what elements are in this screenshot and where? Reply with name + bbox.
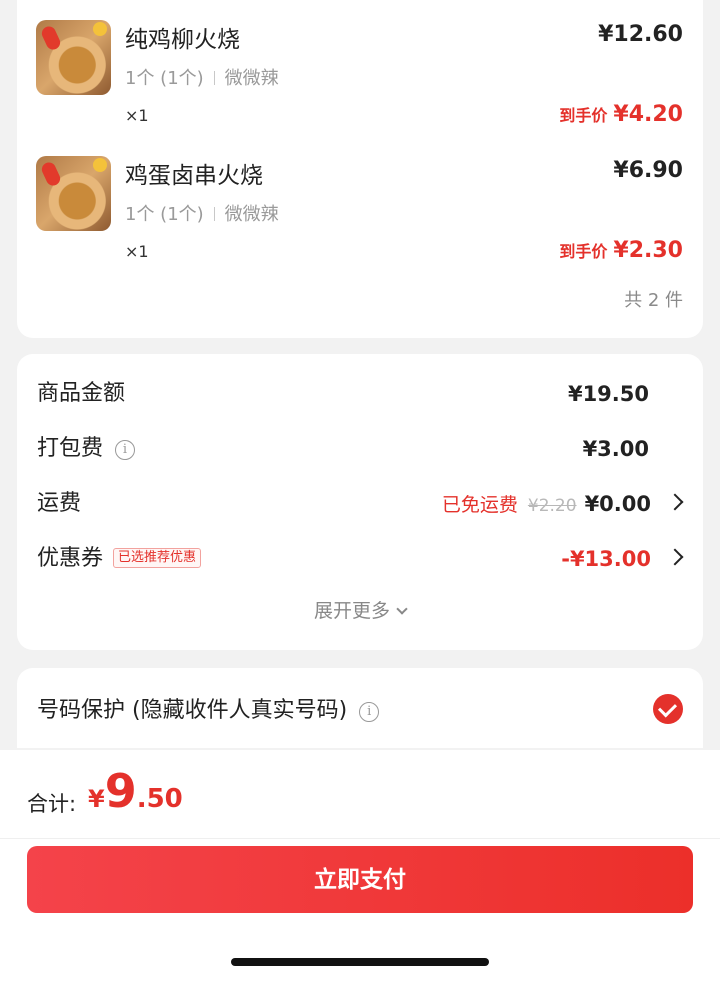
expand-more-button[interactable]: 展开更多 <box>17 596 703 623</box>
shipping-fee-label: 运费 <box>37 491 82 516</box>
chevron-right-icon <box>666 493 684 511</box>
order-item[interactable]: 鸡蛋卤串火烧 1个 (1个) 微微辣 ×1 ¥6.90 到手价 ¥2.30 <box>17 136 703 263</box>
item-spec: 1个 (1个) 微微辣 <box>125 200 279 226</box>
item-spec: 1个 (1个) 微微辣 <box>125 64 279 90</box>
coupon-value: -¥13.00 <box>561 547 651 571</box>
divider <box>0 838 720 839</box>
total-integer: 9 <box>104 764 137 818</box>
coupon-tag: 已选推荐优惠 <box>113 548 202 568</box>
total-decimal: .50 <box>136 784 183 814</box>
pay-now-button[interactable]: 立即支付 <box>27 846 693 913</box>
final-price-label: 到手价 <box>559 106 608 125</box>
chevron-down-icon <box>396 603 408 615</box>
checkmark-icon[interactable] <box>653 694 683 724</box>
item-quantity: ×1 <box>125 242 149 261</box>
coupon-row[interactable]: 优惠券 已选推荐优惠 -¥13.00 <box>17 539 703 579</box>
fee-breakdown-card: 商品金额 ¥19.50 打包费 i ¥3.00 运费 已免运费 ¥2.20 ¥0.00… <box>17 354 703 650</box>
coupon-label: 优惠券 <box>37 546 104 571</box>
spec-separator <box>213 207 215 221</box>
info-icon[interactable]: i <box>359 702 380 722</box>
item-quantity: ×1 <box>125 106 149 125</box>
shipping-fee-value-wrap: 已免运费 ¥2.20 ¥0.00 <box>442 484 651 526</box>
final-price-value: ¥4.20 <box>613 102 683 127</box>
expand-more-label: 展开更多 <box>313 600 390 622</box>
spec-separator <box>213 71 215 85</box>
total-currency: ¥ <box>88 785 105 813</box>
number-protection-label-wrap: 号码保护 (隐藏收件人真实号码) i <box>37 692 380 724</box>
total-label: 合计: <box>27 792 77 816</box>
item-spec-count: 1个 (1个) <box>125 68 204 89</box>
final-price-value: ¥2.30 <box>613 238 683 263</box>
final-price-label: 到手价 <box>559 242 608 261</box>
shipping-fee-row[interactable]: 运费 已免运费 ¥2.20 ¥0.00 <box>17 484 703 524</box>
packing-fee-label-wrap: 打包费 i <box>37 429 136 469</box>
order-items-card: 纯鸡柳火烧 1个 (1个) 微微辣 ×1 ¥12.60 到手价 ¥4.20 鸡蛋卤串… <box>17 0 703 338</box>
shipping-fee-value: ¥0.00 <box>584 492 651 516</box>
item-spec-count: 1个 (1个) <box>125 204 204 225</box>
item-price: ¥12.60 <box>598 22 683 47</box>
packing-fee-value: ¥3.00 <box>582 437 649 461</box>
packing-fee-label: 打包费 <box>37 436 104 461</box>
total-item-count: 共 2 件 <box>624 290 683 311</box>
goods-amount-value: ¥19.50 <box>567 382 649 406</box>
food-thumbnail-icon <box>36 156 111 231</box>
home-indicator[interactable] <box>231 958 489 966</box>
info-icon[interactable]: i <box>115 440 136 460</box>
coupon-label-wrap: 优惠券 已选推荐优惠 <box>37 539 202 579</box>
item-final-price: 到手价 ¥4.20 <box>559 102 683 127</box>
item-spec-flavor: 微微辣 <box>224 68 279 89</box>
number-protection-label: 号码保护 (隐藏收件人真实号码) <box>37 698 348 723</box>
food-thumbnail-icon <box>36 20 111 95</box>
number-protection-card[interactable]: 号码保护 (隐藏收件人真实号码) i <box>17 668 703 748</box>
total-amount: ¥9.50 <box>88 764 183 818</box>
item-final-price: 到手价 ¥2.30 <box>559 238 683 263</box>
item-name: 鸡蛋卤串火烧 <box>125 163 263 189</box>
goods-amount-label: 商品金额 <box>37 381 126 406</box>
item-price: ¥6.90 <box>613 158 683 183</box>
item-spec-flavor: 微微辣 <box>224 204 279 225</box>
item-name: 纯鸡柳火烧 <box>125 27 240 53</box>
packing-fee-row: 打包费 i ¥3.00 <box>17 429 703 469</box>
free-shipping-note: 已免运费 <box>441 494 518 516</box>
goods-amount-row: 商品金额 ¥19.50 <box>17 374 703 414</box>
shipping-original-price: ¥2.20 <box>527 496 577 516</box>
chevron-right-icon <box>666 548 684 566</box>
order-item[interactable]: 纯鸡柳火烧 1个 (1个) 微微辣 ×1 ¥12.60 到手价 ¥4.20 <box>17 0 703 127</box>
checkout-bar: 合计: ¥9.50 立即支付 <box>0 750 720 981</box>
